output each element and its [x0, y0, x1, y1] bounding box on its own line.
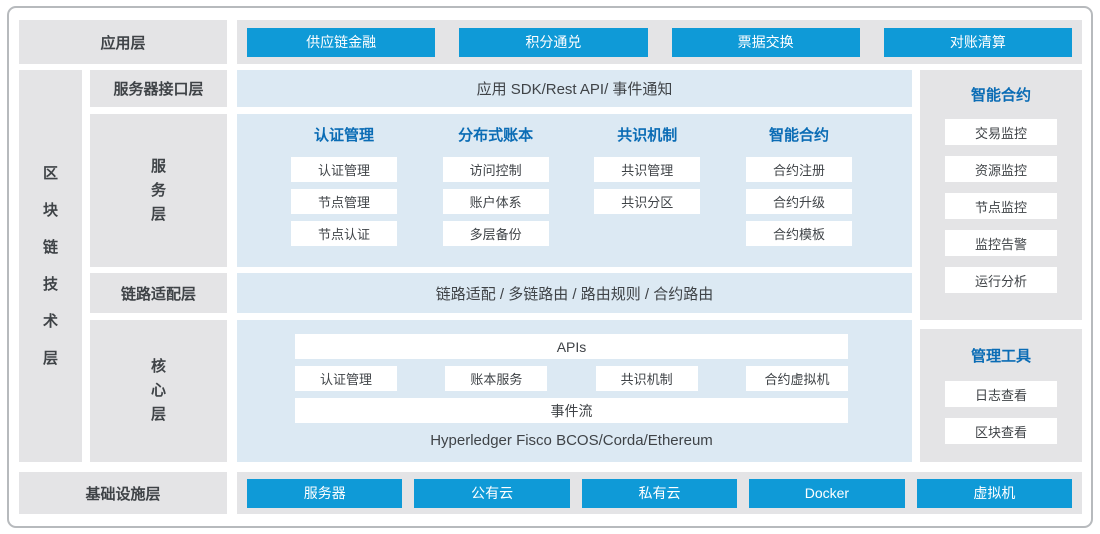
blockchain-tech-layer-text: 区 块 链 技 术 层 — [43, 155, 58, 377]
consensus-mechanism-header: 共识机制 — [617, 125, 677, 147]
vm-button: 虚拟机 — [917, 479, 1072, 508]
management-tools-header: 管理工具 — [971, 347, 1031, 367]
docker-button: Docker — [749, 479, 904, 508]
core-modules-row: 认证管理 账本服务 共识机制 合约虚拟机 — [295, 366, 848, 391]
consensus-mechanism-column: 共识机制 共识管理 共识分区 — [594, 125, 700, 267]
supply-chain-finance-button: 供应链金融 — [247, 28, 435, 57]
monitor-panel-header: 智能合约 — [971, 86, 1031, 106]
transaction-monitor-item: 交易监控 — [945, 119, 1057, 145]
block-view-item: 区块查看 — [945, 418, 1057, 444]
event-stream-bar: 事件流 — [295, 398, 848, 423]
service-item: 多层备份 — [443, 221, 549, 246]
link-adapt-bar: 链路适配 / 多链路由 / 路由规则 / 合约路由 — [237, 273, 912, 313]
auth-management-column: 认证管理 认证管理 节点管理 节点认证 — [291, 125, 397, 267]
app-layer-band: 供应链金融 积分通兑 票据交换 对账清算 — [237, 20, 1082, 64]
smart-contract-header: 智能合约 — [769, 125, 829, 147]
core-module: 账本服务 — [445, 366, 547, 391]
service-item: 节点认证 — [291, 221, 397, 246]
apis-bar: APIs — [295, 334, 848, 359]
service-layer-text: 服 务 层 — [151, 155, 166, 227]
service-layer-label: 服 务 层 — [90, 114, 227, 267]
link-adapt-layer-label: 链路适配层 — [90, 273, 227, 313]
private-cloud-button: 私有云 — [582, 479, 737, 508]
run-analysis-item: 运行分析 — [945, 267, 1057, 293]
sdk-api-bar: 应用 SDK/Rest API/ 事件通知 — [237, 70, 912, 107]
core-module: 合约虚拟机 — [746, 366, 848, 391]
service-item: 共识管理 — [594, 157, 700, 182]
smart-contract-column: 智能合约 合约注册 合约升级 合约模板 — [746, 125, 852, 267]
management-tools-panel: 管理工具 日志查看 区块查看 — [920, 329, 1082, 462]
service-item: 账户体系 — [443, 189, 549, 214]
public-cloud-button: 公有云 — [414, 479, 569, 508]
points-exchange-button: 积分通兑 — [459, 28, 647, 57]
distributed-ledger-column: 分布式账本 访问控制 账户体系 多层备份 — [443, 125, 549, 267]
distributed-ledger-header: 分布式账本 — [458, 125, 533, 147]
infra-layer-label: 基础设施层 — [19, 472, 227, 514]
platforms-text: Hyperledger Fisco BCOS/Corda/Ethereum — [295, 432, 848, 449]
service-item: 共识分区 — [594, 189, 700, 214]
service-item: 节点管理 — [291, 189, 397, 214]
monitor-alert-item: 监控告警 — [945, 230, 1057, 256]
server-button: 服务器 — [247, 479, 402, 508]
auth-management-header: 认证管理 — [314, 125, 374, 147]
resource-monitor-item: 资源监控 — [945, 156, 1057, 182]
service-layer-panel: 认证管理 认证管理 节点管理 节点认证 分布式账本 访问控制 账户体系 多层备份… — [237, 114, 912, 267]
core-layer-text: 核 心 层 — [151, 355, 166, 427]
node-monitor-item: 节点监控 — [945, 193, 1057, 219]
service-item: 访问控制 — [443, 157, 549, 182]
monitor-panel: 智能合约 交易监控 资源监控 节点监控 监控告警 运行分析 — [920, 70, 1082, 320]
infra-layer-band: 服务器 公有云 私有云 Docker 虚拟机 — [237, 472, 1082, 514]
service-item: 合约升级 — [746, 189, 852, 214]
service-item: 合约模板 — [746, 221, 852, 246]
blockchain-tech-layer-label: 区 块 链 技 术 层 — [19, 70, 82, 462]
service-item: 认证管理 — [291, 157, 397, 182]
bill-exchange-button: 票据交换 — [672, 28, 860, 57]
core-module: 认证管理 — [295, 366, 397, 391]
service-item: 合约注册 — [746, 157, 852, 182]
core-module: 共识机制 — [596, 366, 698, 391]
core-layer-panel: APIs 认证管理 账本服务 共识机制 合约虚拟机 事件流 Hyperledge… — [237, 320, 912, 462]
server-interface-layer-label: 服务器接口层 — [90, 70, 227, 107]
log-view-item: 日志查看 — [945, 381, 1057, 407]
core-layer-label: 核 心 层 — [90, 320, 227, 462]
reconciliation-clearing-button: 对账清算 — [884, 28, 1072, 57]
app-layer-label: 应用层 — [19, 20, 227, 64]
